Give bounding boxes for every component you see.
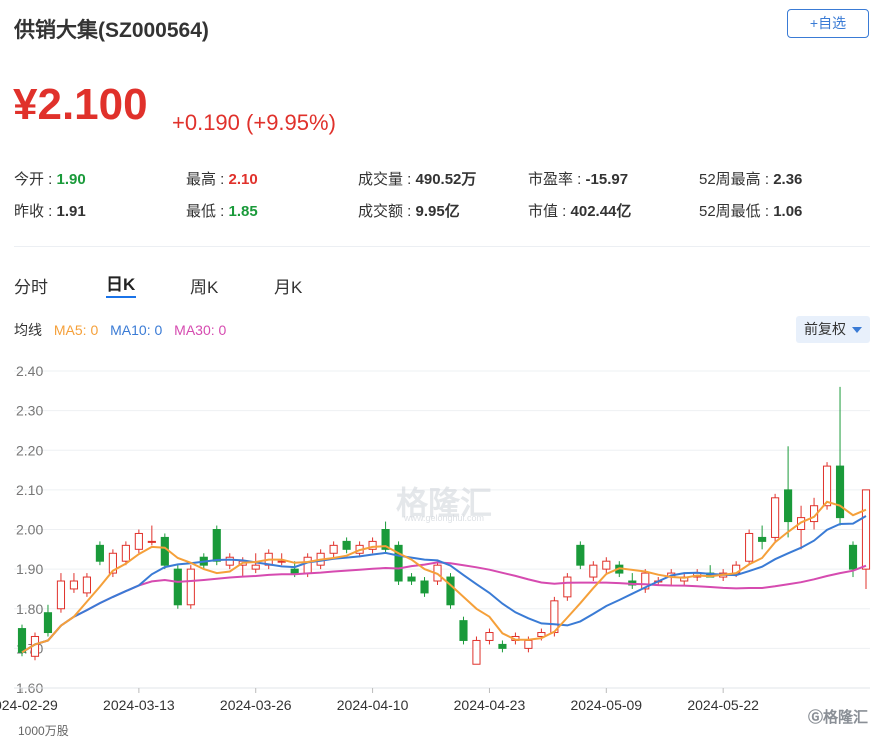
ma-legend: 均线 MA5: 0 MA10: 0 MA30: 0 xyxy=(14,320,234,340)
tab-monthly-k[interactable]: 月K xyxy=(274,273,302,298)
candle-up xyxy=(277,560,286,563)
candle-down xyxy=(43,612,53,634)
candle-up xyxy=(485,632,494,641)
x-tick-label: 2024-03-26 xyxy=(220,697,292,713)
stat-open: 今开 : 1.90 xyxy=(14,171,86,188)
y-tick-label: 2.20 xyxy=(16,442,43,458)
candle-down xyxy=(17,628,27,653)
candle-up xyxy=(524,639,533,649)
candle-up xyxy=(251,564,260,570)
candle-up xyxy=(69,580,79,590)
active-tab-indicator xyxy=(106,296,136,298)
candle-down xyxy=(342,540,351,550)
candle-down xyxy=(835,465,845,519)
candle-down xyxy=(290,568,299,574)
candle-up xyxy=(329,544,338,554)
candle-up xyxy=(472,639,481,665)
y-tick-label: 2.30 xyxy=(16,403,43,419)
tab-daily-k[interactable]: 日K xyxy=(106,270,135,295)
stat-high: 最高 : 2.10 xyxy=(186,171,258,188)
x-tick-label: 2024-04-23 xyxy=(454,697,526,713)
candle-down xyxy=(160,536,169,566)
candle-up xyxy=(134,532,143,550)
candle-down xyxy=(173,568,182,606)
candle-down xyxy=(576,544,585,566)
x-tick-label: 2024-03-13 xyxy=(103,697,175,713)
y-tick-label: 2.40 xyxy=(16,363,43,379)
ma30-label: MA30: 0 xyxy=(174,322,227,338)
candle-down xyxy=(212,529,221,562)
candle-up xyxy=(771,497,780,538)
x-tick-label: 2024-05-09 xyxy=(570,697,642,713)
candle-down xyxy=(848,544,858,570)
stat-low: 最低 : 1.85 xyxy=(186,203,258,220)
page-title: 供销大集(SZ000564) xyxy=(14,19,209,42)
candle-down xyxy=(394,544,403,582)
y-tick-label: 2.00 xyxy=(16,522,43,538)
add-watchlist-button[interactable]: +自选 xyxy=(787,9,869,38)
candle-down xyxy=(784,489,793,523)
x-tick-label: 2024-05-22 xyxy=(687,697,759,713)
candle-up xyxy=(822,465,832,507)
stat-prev-close: 昨收 : 1.91 xyxy=(14,203,86,220)
kline-chart: 2.402.302.202.102.001.901.801.701.602024… xyxy=(0,363,871,713)
price-change: +0.190 (+9.95%) xyxy=(172,110,336,135)
candle-up xyxy=(745,532,754,562)
candle-up xyxy=(861,489,871,570)
candle-up xyxy=(563,576,572,598)
stat-52w-high: 52周最高 : 2.36 xyxy=(699,171,803,188)
ma10-label: MA10: 0 xyxy=(110,322,163,338)
candle-up xyxy=(589,564,598,578)
ma10-line xyxy=(21,515,867,654)
stat-volume: 成交量 : 490.52万 xyxy=(358,171,477,188)
stat-turnover: 成交额 : 9.95亿 xyxy=(358,203,460,220)
volume-label: 1000万股 xyxy=(18,724,69,738)
candle-up xyxy=(147,540,156,543)
candle-down xyxy=(498,643,507,649)
candle-down xyxy=(420,580,429,594)
candle-down xyxy=(459,620,468,641)
x-tick-label: 2024-04-10 xyxy=(337,697,409,713)
stat-52w-low: 52周最低 : 1.06 xyxy=(699,203,803,220)
ma-label: 均线 xyxy=(14,322,42,338)
tab-intraday[interactable]: 分时 xyxy=(14,273,48,298)
candle-up xyxy=(186,568,195,606)
candle-down xyxy=(758,536,767,542)
price-adjust-dropdown[interactable]: 前复权 xyxy=(796,316,870,343)
y-tick-label: 2.10 xyxy=(16,482,43,498)
candle-up xyxy=(303,556,312,574)
x-tick-label: 2024-02-29 xyxy=(0,697,58,713)
candle-up xyxy=(602,560,611,570)
corner-watermark: Ⓖ格隆汇 xyxy=(808,709,869,726)
tab-weekly-k[interactable]: 周K xyxy=(190,273,218,298)
candle-up xyxy=(121,544,130,562)
divider xyxy=(14,246,870,247)
candle-down xyxy=(446,576,455,606)
candle-down xyxy=(95,544,104,562)
ma5-label: MA5: 0 xyxy=(53,322,99,338)
candle-up xyxy=(82,576,91,594)
watermark-url: www.gelonghui.com xyxy=(404,513,485,523)
y-tick-label: 1.90 xyxy=(16,561,43,577)
candle-down xyxy=(407,576,416,582)
stat-pe: 市盈率 : -15.97 xyxy=(528,171,629,188)
y-tick-label: 1.80 xyxy=(16,601,43,617)
stat-market-cap: 市值 : 402.44亿 xyxy=(528,203,632,220)
candle-up xyxy=(56,580,66,610)
caret-down-icon xyxy=(852,327,862,334)
current-price: ¥2.100 xyxy=(13,80,148,129)
candle-up xyxy=(225,556,234,566)
